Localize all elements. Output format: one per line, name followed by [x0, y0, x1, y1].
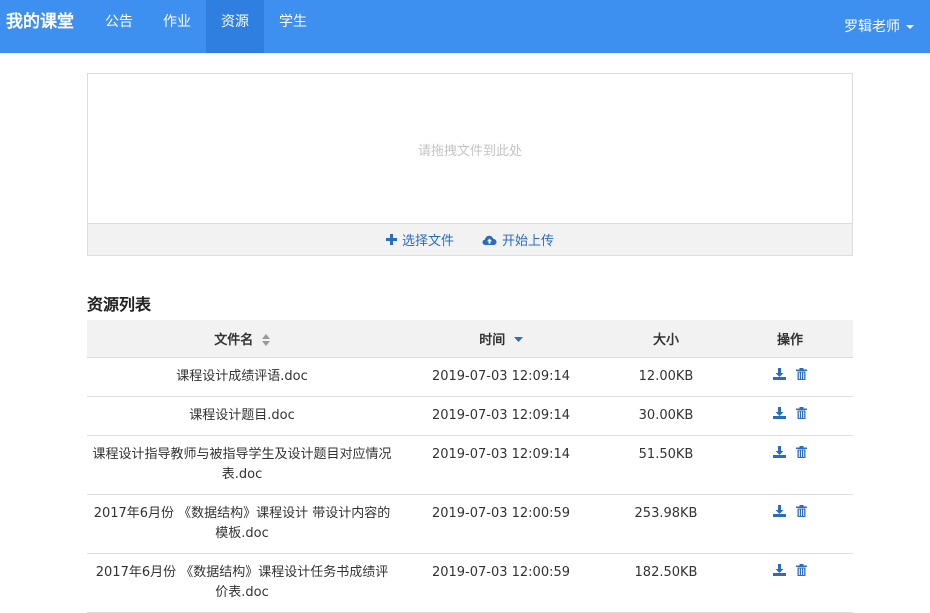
file-size: 253.98KB — [605, 494, 727, 554]
resource-list-title: 资源列表 — [87, 295, 152, 314]
upload-dropzone[interactable]: 请拖拽文件到此处 选择文件 开始上传 — [87, 73, 853, 256]
file-size: 12.00KB — [605, 357, 727, 397]
trash-icon[interactable] — [796, 504, 807, 517]
trash-icon[interactable] — [796, 367, 807, 380]
file-name: 2017年6月份 《数据结构》课程设计任务书成绩评价表.doc — [95, 564, 389, 600]
top-navbar: 我的课堂 公告 作业 资源 学生 罗辑老师 — [0, 0, 930, 53]
table-row: 2017年6月份 《数据结构》课程设计 带设计内容的模板.doc 2019-07… — [87, 494, 853, 554]
column-header-size: 大小 — [605, 320, 727, 358]
start-upload-label: 开始上传 — [502, 234, 555, 249]
download-icon[interactable] — [773, 504, 786, 517]
choose-file-button[interactable]: 选择文件 — [385, 230, 454, 249]
cloud-upload-icon — [482, 235, 497, 245]
download-icon[interactable] — [773, 445, 786, 458]
upload-toolbar: 选择文件 开始上传 — [88, 223, 852, 255]
nav-item-students[interactable]: 学生 — [264, 0, 322, 53]
file-size: 182.50KB — [605, 553, 727, 613]
table-row: 课程设计指导教师与被指导学生及设计题目对应情况表.doc 2019-07-03 … — [87, 435, 853, 495]
trash-icon[interactable] — [796, 406, 807, 419]
trash-icon[interactable] — [796, 563, 807, 576]
file-time: 2019-07-03 12:09:14 — [397, 396, 605, 436]
drop-hint: 请拖拽文件到此处 — [417, 144, 522, 159]
brand-title[interactable]: 我的课堂 — [0, 0, 90, 53]
download-icon[interactable] — [773, 367, 786, 380]
nav-item-homework[interactable]: 作业 — [148, 0, 206, 53]
table-row: 2017年6月份 《数据结构》课程设计任务书成绩评价表.doc 2019-07-… — [87, 553, 853, 613]
table-row: 课程设计成绩评语.doc 2019-07-03 12:09:14 12.00KB — [87, 357, 853, 397]
file-name: 2017年6月份 《数据结构》课程设计 带设计内容的模板.doc — [93, 505, 391, 541]
start-upload-button[interactable]: 开始上传 — [482, 230, 554, 249]
column-header-name-label: 文件名 — [214, 332, 254, 348]
column-header-name[interactable]: 文件名 — [87, 320, 397, 358]
column-header-time-label: 时间 — [479, 332, 506, 348]
choose-file-label: 选择文件 — [401, 234, 454, 249]
nav-item-resources[interactable]: 资源 — [206, 0, 264, 53]
user-name: 罗辑老师 — [844, 18, 900, 35]
sort-both-icon — [261, 334, 270, 347]
file-time: 2019-07-03 12:09:14 — [397, 435, 605, 495]
file-name: 课程设计题目.doc — [189, 407, 295, 423]
file-name: 课程设计指导教师与被指导学生及设计题目对应情况表.doc — [92, 446, 392, 482]
user-menu[interactable]: 罗辑老师 — [834, 0, 930, 53]
column-header-time[interactable]: 时间 — [397, 320, 605, 358]
resource-table: 文件名 时间 大小 操作 课程设计成绩评语.doc 2019-07-03 12:… — [87, 320, 853, 613]
file-name: 课程设计成绩评语.doc — [176, 368, 308, 384]
trash-icon[interactable] — [796, 445, 807, 458]
column-header-ops: 操作 — [727, 320, 853, 358]
plus-icon — [385, 234, 397, 245]
file-size: 51.50KB — [605, 435, 727, 495]
drop-area[interactable]: 请拖拽文件到此处 — [88, 74, 852, 223]
file-size: 30.00KB — [605, 396, 727, 436]
table-header-row: 文件名 时间 大小 操作 — [87, 320, 853, 358]
table-row: 课程设计题目.doc 2019-07-03 12:09:14 30.00KB — [87, 396, 853, 436]
file-time: 2019-07-03 12:09:14 — [397, 357, 605, 397]
file-time: 2019-07-03 12:00:59 — [397, 494, 605, 554]
download-icon[interactable] — [773, 406, 786, 419]
caret-down-icon — [906, 24, 914, 29]
download-icon[interactable] — [773, 563, 786, 576]
nav-item-announcements[interactable]: 公告 — [90, 0, 148, 53]
file-time: 2019-07-03 12:00:59 — [397, 553, 605, 613]
sort-desc-icon — [513, 337, 523, 343]
